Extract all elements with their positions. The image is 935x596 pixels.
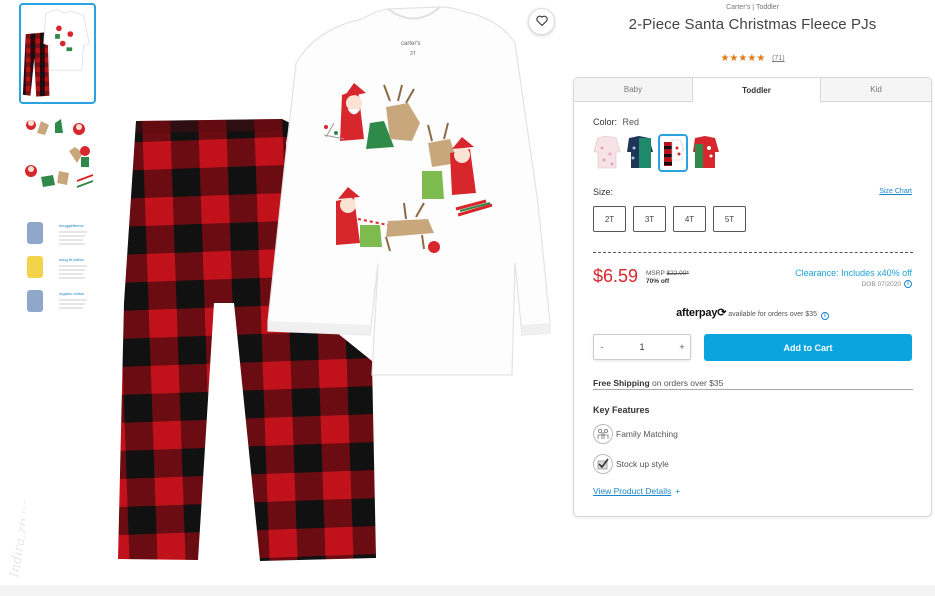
size-option-5t[interactable]: 5T [713,206,746,232]
size-option-4t[interactable]: 4T [673,206,706,232]
age-tabs: Baby Toddler Kid [574,78,931,102]
main-product-image[interactable]: carter's 3T [110,3,560,565]
color-value: Red [622,117,640,127]
quantity-stepper: - + [593,334,691,360]
afterpay-mark-icon: ⟳ [717,307,727,319]
free-shipping-rest: on orders over $35 [649,378,724,388]
rating-stars-icon: ★★★★★ [720,53,766,64]
purchase-card: Baby Toddler Kid Color: Red Size: Size C… [573,77,932,517]
sale-price: $6.59 [593,266,639,286]
quantity-increment-button[interactable]: + [674,342,690,352]
tab-kid[interactable]: Kid [821,78,931,102]
shipping-divider [593,389,913,390]
color-swatch-navy-green[interactable] [625,134,655,172]
thumb-guide-label-3: organic cotton [59,291,84,296]
size-chart-link[interactable]: Size Chart [879,188,912,195]
size-option-2t[interactable]: 2T [593,206,626,232]
watermark: Indira.zp.ua [3,470,25,580]
thumbnail-print-detail[interactable] [19,111,96,209]
feature-family-matching: Family Matching [593,424,678,444]
heart-icon [535,13,548,31]
dob-text: DOB 07/2020 [861,280,901,288]
key-features-title: Key Features [593,405,650,415]
neck-tag-brand: carter's [401,41,420,47]
size-label: Size: [593,187,614,197]
thumb-guide-label-2: snug fit cotton [59,257,84,262]
check-stack-icon [593,454,613,474]
tab-toddler[interactable]: Toddler [692,78,821,102]
afterpay-logo: afterpay [676,307,718,319]
color-label: Color: [593,117,618,127]
clearance-text: Clearance: Includes x40% off [795,268,912,278]
quantity-decrement-button[interactable]: - [594,342,610,352]
thumbnail-fabric-guide[interactable]: snugglefleece snug fit cotton organic co… [19,218,96,318]
review-count-link[interactable]: (71) [772,55,784,62]
thumbnail-front-image [21,5,94,102]
rating-row[interactable]: ★★★★★ (71) [573,53,932,64]
afterpay-row: afterpay⟳ available for orders over $35 … [574,306,931,320]
free-shipping-note: Free Shipping on orders over $35 [593,378,723,388]
feature-stock-up: Stock up style [593,454,669,474]
thumbnail-front-view[interactable] [19,3,96,104]
brand-line: Carter's | Toddler [726,4,779,11]
info-icon[interactable]: i [904,280,912,288]
size-option-3t[interactable]: 3T [633,206,666,232]
msrp: MSRP $22.00* [646,269,689,278]
family-icon [593,424,613,444]
feature-family-matching-label: Family Matching [616,429,678,439]
price-divider [593,252,913,253]
thumbnail-print-image [19,111,96,209]
product-title: 2-Piece Santa Christmas Fleece PJs [628,16,877,33]
favorite-button[interactable] [528,8,555,35]
color-selection: Color: Red [593,117,639,127]
thumb-guide-label-1: snugglefleece [59,223,84,228]
view-details-label: View Product Details [593,486,672,496]
plus-icon: + [675,486,681,496]
view-product-details-link[interactable]: View Product Details + [593,486,680,496]
pajama-set-illustration: carter's 3T [110,3,560,565]
color-swatch-green-red[interactable] [691,134,721,172]
tab-baby[interactable]: Baby [574,78,692,102]
watermark-text: Indira.zp.ua [7,497,25,579]
percent-off: 70% off [646,278,670,285]
quantity-input[interactable] [622,342,662,352]
afterpay-text: available for orders over $35 [728,311,817,318]
free-shipping-bold: Free Shipping [593,378,650,388]
color-swatch-pink-print[interactable] [592,134,622,172]
feature-stock-up-label: Stock up style [616,459,669,469]
afterpay-info-icon[interactable]: i [820,312,829,320]
page-bottom-strip [0,585,935,596]
add-to-cart-button[interactable]: Add to Cart [704,334,912,361]
product-page: snugglefleece snug fit cotton organic co… [0,0,935,585]
neck-tag-size: 3T [410,51,416,57]
msrp-label: MSRP [646,270,665,277]
thumbnail-guide-image: snugglefleece snug fit cotton organic co… [19,218,96,318]
color-swatch-red-plaid[interactable] [658,134,688,172]
dob-row: DOB 07/2020 i [862,280,912,288]
msrp-value: $22.00* [666,270,689,277]
